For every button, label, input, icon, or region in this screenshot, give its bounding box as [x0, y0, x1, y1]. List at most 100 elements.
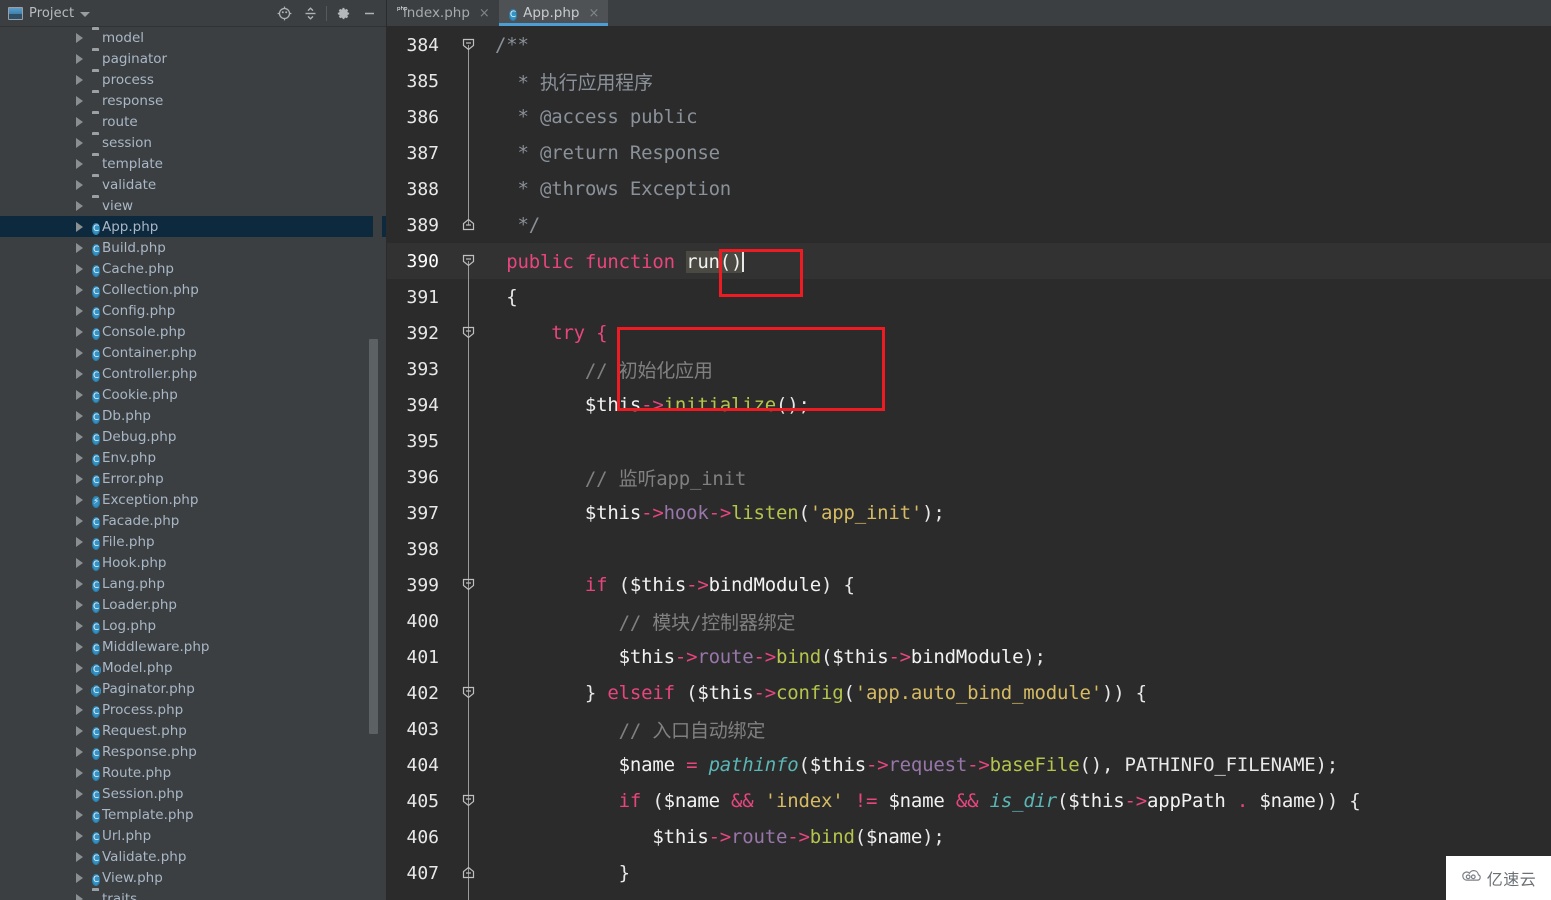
expand-arrow-icon[interactable] [76, 90, 88, 111]
fold-collapse-icon[interactable] [461, 793, 476, 808]
expand-arrow-icon[interactable] [76, 678, 88, 699]
fold-gutter[interactable] [449, 207, 489, 243]
code-line[interactable]: 388 * @throws Exception [387, 171, 1551, 207]
expand-arrow-icon[interactable] [76, 258, 88, 279]
expand-arrow-icon[interactable] [76, 699, 88, 720]
fold-gutter[interactable] [449, 27, 489, 63]
expand-arrow-icon[interactable] [76, 384, 88, 405]
expand-arrow-icon[interactable] [76, 657, 88, 678]
tree-item-session[interactable]: session [0, 132, 386, 153]
tree-item-validate-php[interactable]: C Validate.php [0, 846, 386, 867]
code-line[interactable]: 387 * @return Response [387, 135, 1551, 171]
code-line[interactable]: 407 } [387, 855, 1551, 891]
editor-tab-index-php[interactable]: index.php × [387, 0, 499, 26]
code-line[interactable]: 392 try { [387, 315, 1551, 351]
expand-arrow-icon[interactable] [76, 531, 88, 552]
tree-item-paginator-php[interactable]: C Paginator.php [0, 678, 386, 699]
tree-item-traits[interactable]: traits [0, 888, 386, 900]
tree-item-container-php[interactable]: C Container.php [0, 342, 386, 363]
expand-arrow-icon[interactable] [76, 195, 88, 216]
tree-item-route[interactable]: route [0, 111, 386, 132]
code-line[interactable]: 396 // 监听app_init [387, 459, 1551, 495]
tree-item-model[interactable]: model [0, 27, 386, 48]
tree-item-db-php[interactable]: C Db.php [0, 405, 386, 426]
code-line[interactable]: 408 } [387, 891, 1551, 900]
expand-arrow-icon[interactable] [76, 804, 88, 825]
code-line[interactable]: 393 // 初始化应用 [387, 351, 1551, 387]
expand-arrow-icon[interactable] [76, 237, 88, 258]
code-line[interactable]: 401 $this->route->bind($this->bindModule… [387, 639, 1551, 675]
code-line[interactable]: 405 if ($name && 'index' != $name && is_… [387, 783, 1551, 819]
code-line[interactable]: 397 $this->hook->listen('app_init'); [387, 495, 1551, 531]
editor-tab-app-php[interactable]: C App.php × [498, 0, 609, 26]
project-panel-title-group[interactable]: Project [8, 6, 91, 21]
tree-item-model-php[interactable]: C Model.php [0, 657, 386, 678]
tree-item-template-php[interactable]: C Template.php [0, 804, 386, 825]
tree-item-template[interactable]: template [0, 153, 386, 174]
expand-arrow-icon[interactable] [76, 405, 88, 426]
tree-item-build-php[interactable]: C Build.php [0, 237, 386, 258]
minimize-icon[interactable] [356, 2, 382, 26]
fold-gutter[interactable] [449, 855, 489, 891]
fold-collapse-icon[interactable] [461, 37, 476, 52]
fold-gutter[interactable] [449, 243, 489, 279]
tree-item-facade-php[interactable]: C Facade.php [0, 510, 386, 531]
expand-arrow-icon[interactable] [76, 594, 88, 615]
settings-gear-icon[interactable] [330, 2, 356, 26]
tree-item-config-php[interactable]: C Config.php [0, 300, 386, 321]
expand-arrow-icon[interactable] [76, 27, 88, 48]
tree-item-view[interactable]: view [0, 195, 386, 216]
code-line[interactable]: 404 $name = pathinfo($this->request->bas… [387, 747, 1551, 783]
code-line[interactable]: 398 [387, 531, 1551, 567]
tree-item-session-php[interactable]: C Session.php [0, 783, 386, 804]
tree-item-response-php[interactable]: C Response.php [0, 741, 386, 762]
expand-arrow-icon[interactable] [76, 825, 88, 846]
code-line[interactable]: 400 // 模块/控制器绑定 [387, 603, 1551, 639]
tree-item-process[interactable]: process [0, 69, 386, 90]
fold-gutter[interactable] [449, 315, 489, 351]
tree-item-cache-php[interactable]: C Cache.php [0, 258, 386, 279]
expand-arrow-icon[interactable] [76, 216, 88, 237]
expand-arrow-icon[interactable] [76, 174, 88, 195]
tree-item-app-php[interactable]: C App.php [0, 216, 386, 237]
expand-arrow-icon[interactable] [76, 867, 88, 888]
code-line[interactable]: 384 /** [387, 27, 1551, 63]
fold-gutter[interactable] [449, 891, 489, 900]
tree-item-process-php[interactable]: C Process.php [0, 699, 386, 720]
expand-arrow-icon[interactable] [76, 846, 88, 867]
expand-arrow-icon[interactable] [76, 741, 88, 762]
code-line[interactable]: 386 * @access public [387, 99, 1551, 135]
tree-item-validate[interactable]: validate [0, 174, 386, 195]
fold-collapse-icon[interactable] [461, 217, 476, 232]
tree-item-console-php[interactable]: C Console.php [0, 321, 386, 342]
close-icon[interactable]: × [589, 6, 600, 21]
close-icon[interactable]: × [479, 6, 490, 21]
project-file-tree[interactable]: model paginator process response route sessio… [0, 27, 386, 900]
code-line[interactable]: 402 } elseif ($this->config('app.auto_bi… [387, 675, 1551, 711]
tree-item-hook-php[interactable]: C Hook.php [0, 552, 386, 573]
tree-item-response[interactable]: response [0, 90, 386, 111]
fold-collapse-icon[interactable] [461, 325, 476, 340]
code-line[interactable]: 395 [387, 423, 1551, 459]
collapse-all-icon[interactable] [297, 2, 323, 26]
tree-item-exception-php[interactable]: ⚡ Exception.php [0, 489, 386, 510]
expand-arrow-icon[interactable] [76, 615, 88, 636]
tree-scrollbar-thumb[interactable] [369, 339, 378, 734]
tree-item-collection-php[interactable]: C Collection.php [0, 279, 386, 300]
expand-arrow-icon[interactable] [76, 573, 88, 594]
tree-item-log-php[interactable]: C Log.php [0, 615, 386, 636]
code-line[interactable]: 406 $this->route->bind($name); [387, 819, 1551, 855]
expand-arrow-icon[interactable] [76, 48, 88, 69]
chevron-down-icon[interactable] [80, 11, 91, 17]
expand-arrow-icon[interactable] [76, 363, 88, 384]
expand-arrow-icon[interactable] [76, 552, 88, 573]
code-line-current[interactable]: 390 public function run() [387, 243, 1551, 279]
expand-arrow-icon[interactable] [76, 720, 88, 741]
fold-collapse-icon[interactable] [461, 577, 476, 592]
tree-item-request-php[interactable]: C Request.php [0, 720, 386, 741]
expand-arrow-icon[interactable] [76, 447, 88, 468]
code-line[interactable]: 389 */ [387, 207, 1551, 243]
expand-arrow-icon[interactable] [76, 888, 88, 900]
expand-arrow-icon[interactable] [76, 783, 88, 804]
tree-item-error-php[interactable]: C Error.php [0, 468, 386, 489]
